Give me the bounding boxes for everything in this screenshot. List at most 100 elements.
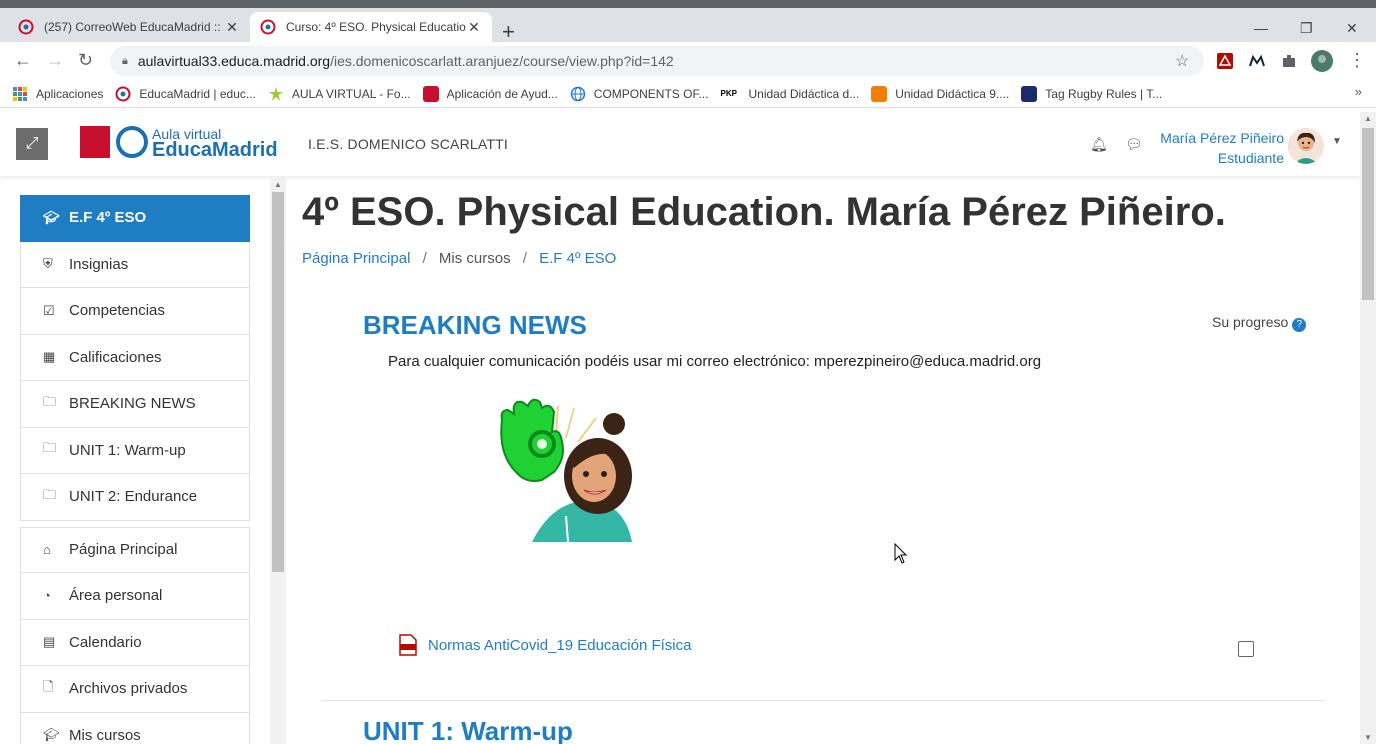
extensions-puzzle-icon[interactable] [1280, 52, 1298, 70]
nav-item-label: Calificaciones [69, 348, 162, 366]
educamadrid-favicon-icon [18, 19, 34, 35]
bookmark-label: Unidad Didáctica 9.... [895, 86, 1010, 101]
window-close-icon[interactable]: ✕ [1346, 20, 1358, 37]
pdf-file-icon [399, 634, 417, 656]
bookmark-tag-rugby[interactable]: Tag Rugby Rules | T... [1021, 85, 1162, 102]
page-scrollbar[interactable]: ▲ ▼ [1360, 112, 1376, 744]
minimize-icon[interactable]: — [1254, 20, 1268, 36]
nav-item-archivos-privados[interactable]: 🗋 Archivos privados [20, 666, 250, 713]
nav-item-competencias[interactable]: ☑ Competencias [20, 288, 250, 335]
bookmark-unidad-didactica-9[interactable]: Unidad Didáctica 9.... [871, 85, 1010, 102]
nav-scrollbar[interactable]: ▲ [270, 178, 286, 744]
bookmark-label: COMPONENTS OF... [593, 86, 709, 101]
menu-kebab-icon[interactable]: ⋮ [1348, 50, 1366, 70]
nav-item-area-personal[interactable]: ◔ Área personal [20, 573, 250, 620]
new-tab-icon[interactable]: + [502, 21, 515, 43]
notifications-bell-icon[interactable]: 🔔︎ [1090, 136, 1108, 153]
bookmarks-overflow-icon[interactable]: » [1355, 84, 1362, 99]
breadcrumb-mis-cursos: Mis cursos [438, 250, 511, 267]
restore-icon[interactable]: ❐ [1300, 20, 1313, 37]
window-top-strip [0, 0, 1376, 8]
bookmark-star-icon[interactable]: ☆ [1175, 51, 1189, 71]
resource-link-normas[interactable]: Normas AntiCovid_19 Educación Física [398, 634, 691, 656]
reload-icon[interactable]: ↻ [78, 50, 93, 70]
folder-icon: 🗀 [43, 393, 57, 409]
home-icon: ⌂ [43, 542, 51, 558]
nav-item-mis-cursos[interactable]: 🎓︎ Mis cursos [20, 712, 250, 744]
calendar-icon: ▤ [43, 634, 56, 650]
page-scrollbar-thumb[interactable] [1362, 128, 1374, 300]
help-icon[interactable]: ? [1292, 318, 1307, 332]
bookmark-aplicacion-ayuda[interactable]: Aplicación de Ayud... [422, 85, 558, 102]
tab-course[interactable]: Curso: 4º ESO. Physical Educatio ✕ [250, 12, 492, 42]
logo-title: EducaMadrid [152, 139, 278, 161]
bookmark-apps[interactable]: Aplicaciones [12, 86, 103, 102]
bitmoji-image [500, 398, 632, 542]
back-icon[interactable]: ← [14, 50, 32, 70]
educamadrid-logo-icon [116, 126, 148, 158]
lock-icon: 🔒︎ [122, 54, 128, 67]
bookmark-components[interactable]: COMPONENTS OF... [570, 86, 709, 102]
bookmarks-bar: Aplicaciones EducaMadrid | educ... AULA … [0, 80, 1376, 108]
nav-drawer: 🎓︎ E.F 4º ESO ⛨ Insignias ☑ Competencias… [20, 195, 250, 744]
tab-bar: (257) CorreoWeb EducaMadrid :: ✕ Curso: … [0, 8, 1376, 43]
nav-item-insignias[interactable]: ⛨ Insignias [20, 241, 250, 288]
user-avatar[interactable] [1288, 128, 1324, 164]
pkp-icon: PKP [720, 88, 737, 98]
scroll-up-icon[interactable]: ▲ [274, 180, 282, 189]
bookmark-label: Aplicaciones [36, 86, 104, 101]
completion-checkbox[interactable] [1238, 641, 1254, 657]
bookmark-label: Unidad Didáctica d... [748, 86, 860, 101]
progress-label: Su progreso [1212, 314, 1289, 330]
user-menu-caret-icon[interactable]: ▼ [1332, 136, 1342, 147]
tab-title: Curso: 4º ESO. Physical Educatio [286, 20, 466, 34]
nav-item-label: Insignias [69, 255, 129, 273]
url-path: /ies.domenicoscarlatt.aranjuez/course/vi… [330, 53, 674, 69]
nav-item-course[interactable]: 🎓︎ E.F 4º ESO [20, 195, 250, 242]
profile-avatar-icon[interactable] [1311, 50, 1333, 72]
nav-item-label: E.F 4º ESO [69, 209, 147, 227]
scroll-down-icon[interactable]: ▼ [1364, 733, 1372, 742]
folder-icon: 🗀 [43, 486, 57, 502]
site-header: ⤢ Aula virtual EducaMadrid I.E.S. DOMENI… [0, 112, 1360, 176]
breadcrumb-home[interactable]: Página Principal [302, 250, 410, 267]
table-icon: ▦ [43, 349, 56, 365]
nav-item-unit1[interactable]: 🗀 UNIT 1: Warm-up [20, 427, 250, 474]
graduation-cap-icon: 🎓︎ [43, 727, 60, 743]
scroll-up-icon[interactable]: ▲ [1364, 114, 1372, 123]
forward-icon[interactable]: → [46, 50, 64, 70]
user-menu[interactable]: María Pérez Piñeiro Estudiante [1130, 128, 1284, 168]
tab-correoweb[interactable]: (257) CorreoWeb EducaMadrid :: ✕ [8, 12, 250, 42]
nav-item-label: Área personal [69, 587, 163, 605]
user-name: María Pérez Piñeiro [1160, 130, 1284, 146]
nav-item-label: UNIT 1: Warm-up [69, 441, 186, 459]
expand-icon: ⤢ [25, 135, 39, 152]
expand-drawer-button[interactable]: ⤢ [16, 128, 48, 160]
close-tab-icon[interactable]: ✕ [224, 19, 240, 36]
educamadrid-favicon-icon [115, 86, 131, 101]
pdf-extension-icon[interactable] [1216, 52, 1234, 70]
section-title-unit1[interactable]: UNIT 1: Warm-up [363, 716, 573, 744]
nav-scrollbar-thumb[interactable] [272, 192, 284, 572]
nav-item-unit2[interactable]: 🗀 UNIT 2: Endurance [20, 474, 250, 521]
bookmark-label: Aplicación de Ayud... [446, 86, 558, 101]
nav-item-label: UNIT 2: Endurance [69, 488, 198, 506]
nav-item-pagina-principal[interactable]: ⌂ Página Principal [20, 526, 250, 573]
bookmark-educamadrid[interactable]: EducaMadrid | educ... [115, 86, 256, 102]
blogger-icon [871, 85, 888, 102]
section-title-breaking-news[interactable]: BREAKING NEWS [363, 310, 587, 341]
breadcrumb-course[interactable]: E.F 4º ESO [539, 250, 616, 267]
announcement-text: Para cualquier comunicación podéis usar … [388, 353, 1042, 370]
nav-item-calendario[interactable]: ▤ Calendario [20, 619, 250, 666]
nav-item-calificaciones[interactable]: ▦ Calificaciones [20, 334, 250, 381]
bookmark-aula-virtual[interactable]: AULA VIRTUAL - Fo... [268, 86, 411, 102]
tab-title: (257) CorreoWeb EducaMadrid :: [44, 20, 221, 34]
movistar-extension-icon[interactable] [1248, 52, 1266, 70]
url-field[interactable]: 🔒︎ aulavirtual33.educa.madrid.org/ies.do… [110, 46, 1204, 76]
close-tab-icon[interactable]: ✕ [466, 19, 482, 36]
nav-item-label: Calendario [69, 633, 142, 651]
star-burst-icon [268, 86, 283, 101]
site-logo[interactable]: Aula virtual EducaMadrid [80, 126, 278, 161]
bookmark-unidad-didactica-d[interactable]: PKP Unidad Didáctica d... [720, 86, 859, 102]
nav-item-breaking-news[interactable]: 🗀 BREAKING NEWS [20, 381, 250, 428]
